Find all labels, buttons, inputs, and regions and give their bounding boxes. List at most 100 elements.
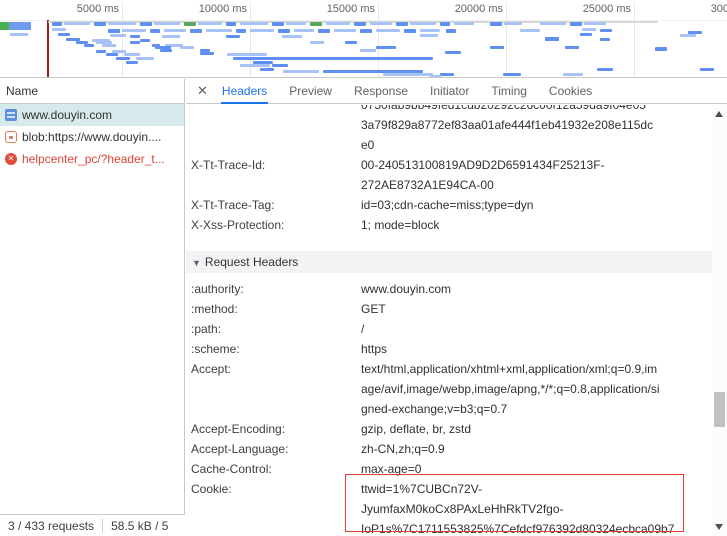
waterfall-request-bar bbox=[136, 57, 154, 60]
header-row: Cache-Control:max-age=0 bbox=[191, 459, 727, 479]
header-value-line: zh-CN,zh;q=0.9 bbox=[361, 439, 691, 459]
waterfall-request-bar bbox=[64, 22, 90, 25]
waterfall-request-bar bbox=[430, 75, 442, 77]
header-value-line: gzip, deflate, br, zstd bbox=[361, 419, 691, 439]
waterfall-request-bar bbox=[108, 29, 120, 33]
header-row: :authority:www.douyin.com bbox=[191, 279, 727, 299]
tab-timing[interactable]: Timing bbox=[490, 79, 528, 104]
collapse-triangle-icon[interactable]: ▼ bbox=[192, 258, 201, 268]
header-row: Accept-Language:zh-CN,zh;q=0.9 bbox=[191, 439, 727, 459]
header-name bbox=[191, 105, 361, 155]
request-row[interactable]: ✕helpcenter_pc/?header_t... bbox=[0, 148, 184, 170]
waterfall-request-bar bbox=[164, 29, 186, 32]
waterfall-request-bar bbox=[102, 44, 116, 47]
scroll-up-arrow[interactable] bbox=[715, 111, 723, 117]
header-row: 0750fab9bb49fed1cdb20292c26c00f12a59da9f… bbox=[191, 105, 727, 155]
header-value-line: ttwid=1%7CUBCn72V- bbox=[361, 479, 691, 499]
waterfall-request-bar bbox=[446, 29, 456, 33]
timeline-tick-label: 30000 ms bbox=[667, 3, 727, 17]
tab-preview[interactable]: Preview bbox=[288, 79, 333, 104]
header-value-line: age/avif,image/webp,image/apng,*/*;q=0.8… bbox=[361, 379, 691, 399]
scrollbar-thumb[interactable] bbox=[714, 392, 725, 427]
header-row: X-Tt-Trace-Id:00-240513100819AD9D2D65914… bbox=[191, 155, 727, 195]
header-value: / bbox=[361, 319, 691, 339]
waterfall-request-bar bbox=[260, 68, 274, 71]
header-name: :path: bbox=[191, 319, 361, 339]
tab-response[interactable]: Response bbox=[353, 79, 409, 104]
timeline-gridline bbox=[378, 2, 379, 77]
header-value: zh-CN,zh;q=0.9 bbox=[361, 439, 691, 459]
waterfall-request-bar bbox=[490, 46, 504, 49]
header-value: id=03;cdn-cache=miss;type=dyn bbox=[361, 195, 691, 215]
request-row[interactable]: www.douyin.com bbox=[0, 104, 184, 126]
scroll-down-arrow[interactable] bbox=[715, 524, 723, 530]
section-title: Request Headers bbox=[205, 255, 298, 269]
header-value-line: gned-exchange;v=b3;q=0.7 bbox=[361, 399, 691, 419]
waterfall-request-bar bbox=[565, 46, 579, 49]
header-value: ttwid=1%7CUBCn72V-JyumfaxM0koCx8PAxLeHhR… bbox=[361, 479, 691, 536]
header-name: X-Tt-Trace-Id: bbox=[191, 155, 361, 195]
timeline-tick-label: 25000 ms bbox=[539, 3, 631, 17]
header-value: gzip, deflate, br, zstd bbox=[361, 419, 691, 439]
header-value-line: id=03;cdn-cache=miss;type=dyn bbox=[361, 195, 691, 215]
media-icon bbox=[5, 131, 17, 143]
header-name: X-Tt-Trace-Tag: bbox=[191, 195, 361, 215]
network-overview-waterfall[interactable]: 5000 ms10000 ms15000 ms20000 ms25000 ms3… bbox=[0, 0, 727, 78]
tab-headers[interactable]: Headers bbox=[221, 79, 268, 104]
waterfall-request-bar bbox=[130, 35, 140, 38]
waterfall-request-bar bbox=[272, 64, 288, 67]
header-value-line: https bbox=[361, 339, 691, 359]
header-value-line: 272AE8732A1E94CA-00 bbox=[361, 175, 691, 195]
waterfall-request-bar bbox=[334, 29, 356, 32]
header-name: :method: bbox=[191, 299, 361, 319]
tab-cookies[interactable]: Cookies bbox=[548, 79, 593, 104]
header-row: Accept:text/html,application/xhtml+xml,a… bbox=[191, 359, 727, 419]
waterfall-request-bar bbox=[310, 22, 322, 26]
waterfall-request-bar bbox=[233, 57, 433, 60]
waterfall-request-bar bbox=[190, 29, 202, 33]
overview-bar-green bbox=[0, 22, 9, 30]
overview-bar-blue bbox=[9, 22, 31, 30]
header-row: X-Xss-Protection:1; mode=block bbox=[191, 215, 727, 235]
header-name: Accept-Encoding: bbox=[191, 419, 361, 439]
request-headers-section-header[interactable]: ▼ Request Headers bbox=[186, 251, 713, 273]
vertical-scrollbar[interactable] bbox=[712, 105, 727, 536]
waterfall-request-bar bbox=[396, 22, 408, 26]
request-row[interactable]: blob:https://www.douyin.... bbox=[0, 126, 184, 148]
close-icon[interactable]: ✕ bbox=[197, 83, 208, 99]
devtools-network-panel: 5000 ms10000 ms15000 ms20000 ms25000 ms3… bbox=[0, 0, 727, 536]
waterfall-request-bar bbox=[597, 68, 613, 71]
header-row: X-Tt-Trace-Tag:id=03;cdn-cache=miss;type… bbox=[191, 195, 727, 215]
tab-initiator[interactable]: Initiator bbox=[429, 79, 470, 104]
header-value-line: 00-240513100819AD9D2D6591434F25213F- bbox=[361, 155, 691, 175]
network-summary-bar: 3 / 433 requests 58.5 kB / 5 bbox=[0, 514, 185, 536]
transferred-size: 58.5 kB / 5 bbox=[103, 519, 176, 533]
waterfall-request-bar bbox=[600, 38, 610, 41]
waterfall-request-bar bbox=[226, 22, 236, 26]
waterfall-request-bar bbox=[490, 22, 502, 26]
header-name: Accept: bbox=[191, 359, 361, 419]
timeline-tick-label: 15000 ms bbox=[283, 3, 375, 17]
waterfall-request-bar bbox=[116, 57, 130, 60]
timeline-gridline bbox=[506, 2, 507, 77]
waterfall-request-bar bbox=[600, 29, 612, 32]
headers-content[interactable]: 0750fab9bb49fed1cdb20292c26c00f12a59da9f… bbox=[186, 105, 727, 536]
waterfall-request-bar bbox=[454, 22, 474, 25]
waterfall-request-bar bbox=[58, 33, 70, 36]
waterfall-request-bar bbox=[180, 46, 194, 49]
waterfall-request-bar bbox=[240, 64, 270, 67]
request-name: www.douyin.com bbox=[22, 108, 112, 122]
waterfall-request-bar bbox=[440, 73, 454, 76]
waterfall-request-bar bbox=[520, 29, 540, 32]
waterfall-request-bar bbox=[154, 22, 180, 25]
waterfall-request-bar bbox=[310, 41, 324, 44]
header-value: 1; mode=block bbox=[361, 215, 691, 235]
waterfall-request-bar bbox=[96, 50, 106, 53]
overview-bar-label bbox=[10, 33, 28, 36]
waterfall-request-bar bbox=[294, 29, 314, 32]
header-value-line: / bbox=[361, 319, 691, 339]
waterfall-request-bar bbox=[563, 73, 583, 76]
header-name: Cache-Control: bbox=[191, 459, 361, 479]
request-name: blob:https://www.douyin.... bbox=[22, 130, 161, 144]
name-column-header[interactable]: Name bbox=[0, 79, 184, 104]
